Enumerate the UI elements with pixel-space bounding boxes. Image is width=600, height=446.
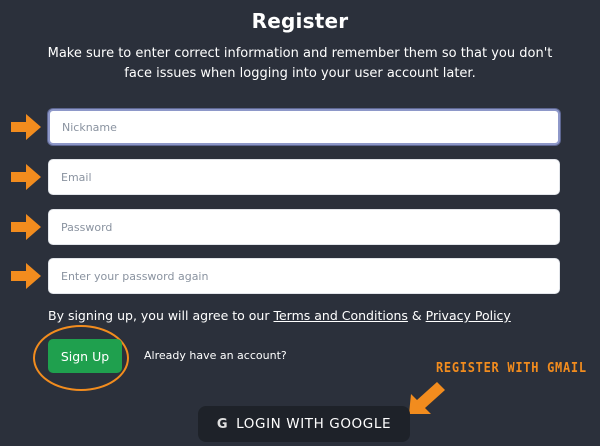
password-field — [48, 209, 560, 245]
password-input[interactable] — [49, 210, 559, 244]
already-have-account-link[interactable]: Already have an account? — [144, 349, 287, 362]
google-login-label: LOGIN WITH GOOGLE — [236, 416, 392, 432]
terms-link[interactable]: Terms and Conditions — [273, 308, 407, 323]
nickname-field — [48, 109, 560, 145]
email-input[interactable] — [49, 160, 559, 194]
terms-text: By signing up, you will agree to our Ter… — [48, 308, 511, 323]
page-subtitle: Make sure to enter correct information a… — [47, 46, 553, 81]
password-confirm-field — [48, 258, 560, 294]
signup-button[interactable]: Sign Up — [48, 339, 122, 373]
terms-prefix: By signing up, you will agree to our — [48, 308, 274, 323]
arrow-right-icon — [11, 214, 41, 240]
google-login-button[interactable]: G LOGIN WITH GOOGLE — [198, 406, 410, 442]
privacy-link[interactable]: Privacy Policy — [426, 308, 511, 323]
email-field — [48, 159, 560, 195]
arrow-right-icon — [11, 164, 41, 190]
nickname-input[interactable] — [50, 111, 558, 143]
google-icon: G — [216, 416, 229, 432]
arrow-right-icon — [11, 263, 41, 289]
page-title: Register — [251, 9, 349, 33]
annotation-label: REGISTER WITH GMAIL — [436, 361, 587, 376]
terms-joiner: & — [407, 308, 426, 323]
arrow-right-icon — [11, 114, 41, 140]
arrow-down-left-icon — [409, 382, 445, 414]
password-confirm-input[interactable] — [49, 259, 559, 293]
